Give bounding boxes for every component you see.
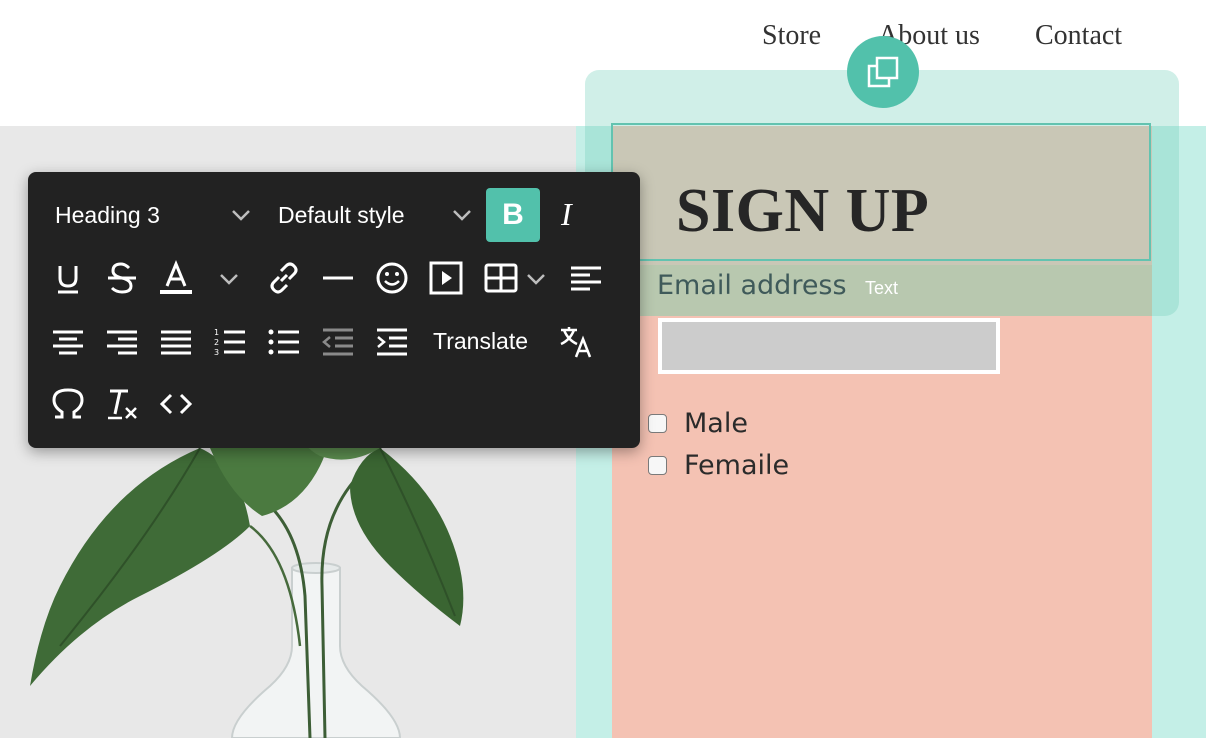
- drag-handle-button[interactable]: [847, 36, 919, 108]
- rich-text-toolbar: Heading 3 Default style B I 1 2 3 Transl…: [28, 172, 640, 448]
- media-embed-icon[interactable]: [428, 260, 464, 296]
- underline-icon[interactable]: [52, 260, 84, 296]
- style-select[interactable]: Default style: [278, 202, 405, 229]
- svg-text:2: 2: [214, 338, 219, 347]
- strikethrough-icon[interactable]: [105, 260, 139, 296]
- bold-button[interactable]: B: [486, 188, 540, 242]
- outdent-icon[interactable]: [320, 324, 356, 360]
- indent-icon[interactable]: [374, 324, 410, 360]
- source-code-icon[interactable]: [158, 386, 194, 422]
- option-femaile[interactable]: Femaile: [648, 450, 789, 481]
- horizontal-line-icon[interactable]: [320, 260, 356, 296]
- translate-button[interactable]: Translate: [433, 328, 528, 355]
- table-icon[interactable]: [483, 260, 519, 296]
- align-justify-icon[interactable]: [158, 324, 194, 360]
- align-left-icon[interactable]: [568, 260, 604, 296]
- male-label: Male: [684, 408, 748, 439]
- align-right-icon[interactable]: [104, 324, 140, 360]
- text-color-icon[interactable]: [158, 260, 194, 296]
- chevron-down-icon[interactable]: [218, 270, 240, 288]
- svg-text:1: 1: [214, 328, 219, 337]
- email-input[interactable]: [658, 318, 1000, 374]
- special-characters-icon[interactable]: [50, 386, 86, 422]
- emoji-icon[interactable]: [374, 260, 410, 296]
- element-type-tag: Text: [865, 278, 899, 298]
- chevron-down-icon[interactable]: [451, 206, 473, 224]
- copy-icon: [867, 56, 899, 88]
- translate-icon[interactable]: [558, 324, 594, 360]
- email-address-label[interactable]: Email address: [657, 270, 847, 301]
- male-checkbox[interactable]: [648, 414, 667, 433]
- align-center-icon[interactable]: [50, 324, 86, 360]
- nav-link-store[interactable]: Store: [762, 20, 821, 52]
- nav-link-contact[interactable]: Contact: [1035, 20, 1122, 52]
- heading-select[interactable]: Heading 3: [55, 202, 160, 229]
- chevron-down-icon[interactable]: [525, 270, 547, 288]
- femaile-checkbox[interactable]: [648, 456, 667, 475]
- link-icon[interactable]: [266, 260, 302, 296]
- svg-text:3: 3: [214, 348, 219, 357]
- femaile-label: Femaile: [684, 450, 790, 481]
- signup-heading[interactable]: SIGN UP: [676, 176, 929, 247]
- chevron-down-icon[interactable]: [230, 206, 252, 224]
- option-male[interactable]: Male: [648, 408, 748, 439]
- numbered-list-icon[interactable]: 1 2 3: [212, 324, 248, 360]
- bold-label: B: [502, 198, 524, 231]
- bulleted-list-icon[interactable]: [266, 324, 302, 360]
- remove-format-icon[interactable]: [104, 386, 140, 422]
- italic-button[interactable]: I: [561, 196, 572, 233]
